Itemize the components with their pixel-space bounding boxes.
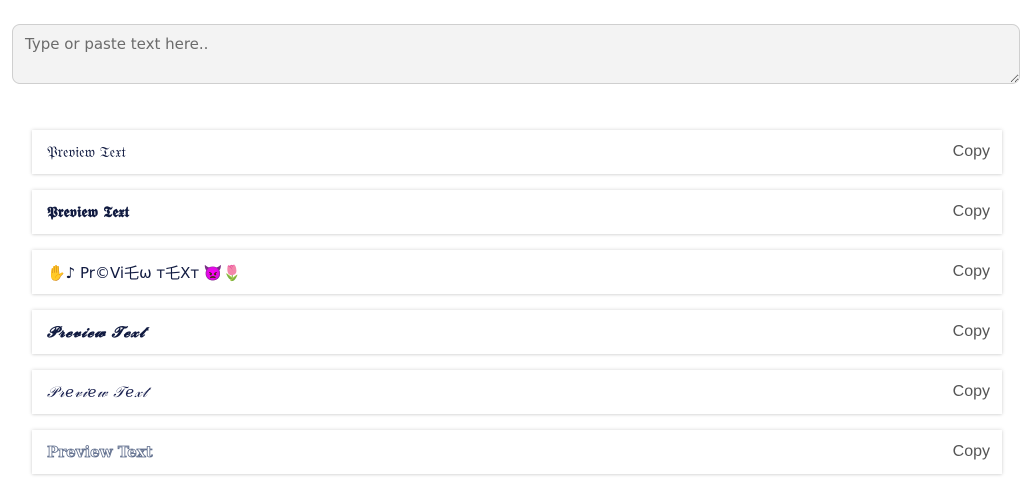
result-row[interactable]: ✋♪ Pr©Vi乇ω т乇Xт 👿🌷 Copy xyxy=(32,250,1002,294)
preview-text: 𝔓𝔯𝔢𝔳𝔦𝔢𝔴 𝔗𝔢𝔵𝔱 xyxy=(47,143,126,161)
preview-text: 𝒫𝓇𝑒𝓋𝒾𝑒𝓌 𝒯𝑒𝓍𝓉 xyxy=(47,383,148,401)
copy-button[interactable]: Copy xyxy=(953,143,990,161)
copy-button[interactable]: Copy xyxy=(953,383,990,401)
copy-button[interactable]: Copy xyxy=(953,323,990,341)
result-row[interactable]: Preview Text Copy xyxy=(32,430,1002,474)
copy-button[interactable]: Copy xyxy=(953,443,990,461)
result-row[interactable]: 𝒫𝓇𝑒𝓋𝒾𝑒𝓌 𝒯𝑒𝓍𝓉 Copy xyxy=(32,370,1002,414)
text-input[interactable] xyxy=(12,24,1020,84)
preview-text: ✋♪ Pr©Vi乇ω т乇Xт 👿🌷 xyxy=(47,263,242,282)
font-generator-page: 𝔓𝔯𝔢𝔳𝔦𝔢𝔴 𝔗𝔢𝔵𝔱 Copy 𝕻𝖗𝖊𝖛𝖎𝖊𝖜 𝕿𝖊𝖝𝖙 Copy ✋♪ P… xyxy=(0,0,1030,480)
result-row[interactable]: 𝕻𝖗𝖊𝖛𝖎𝖊𝖜 𝕿𝖊𝖝𝖙 Copy xyxy=(32,190,1002,234)
copy-button[interactable]: Copy xyxy=(953,203,990,221)
result-row[interactable]: 𝔓𝔯𝔢𝔳𝔦𝔢𝔴 𝔗𝔢𝔵𝔱 Copy xyxy=(32,130,1002,174)
preview-text: Preview Text xyxy=(47,443,153,462)
copy-button[interactable]: Copy xyxy=(953,263,990,281)
preview-text: 𝕻𝖗𝖊𝖛𝖎𝖊𝖜 𝕿𝖊𝖝𝖙 xyxy=(47,203,130,221)
results-list: 𝔓𝔯𝔢𝔳𝔦𝔢𝔴 𝔗𝔢𝔵𝔱 Copy 𝕻𝖗𝖊𝖛𝖎𝖊𝖜 𝕿𝖊𝖝𝖙 Copy ✋♪ P… xyxy=(32,130,1002,480)
preview-text: 𝓟𝓻𝓮𝓿𝓲𝓮𝔀 𝓣𝓮𝔁𝓽 xyxy=(47,323,146,341)
result-row[interactable]: 𝓟𝓻𝓮𝓿𝓲𝓮𝔀 𝓣𝓮𝔁𝓽 Copy xyxy=(32,310,1002,354)
